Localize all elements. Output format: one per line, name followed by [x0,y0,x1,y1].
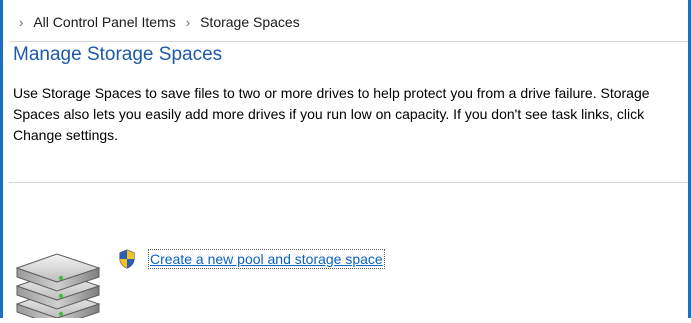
create-pool-link[interactable]: Create a new pool and storage space [148,249,385,269]
storage-drives-icon [13,248,105,323]
page-description: Use Storage Spaces to save files to two … [13,85,650,143]
chevron-right-icon[interactable]: › [186,15,190,30]
control-panel-window: › All Control Panel Items › Storage Spac… [0,0,691,323]
uac-shield-icon [118,249,136,269]
breadcrumb: › All Control Panel Items › Storage Spac… [19,12,300,32]
section-divider [9,182,688,183]
breadcrumb-storage-spaces[interactable]: Storage Spaces [200,14,300,30]
chevron-right-icon[interactable]: › [19,15,23,30]
address-bar[interactable]: › All Control Panel Items › Storage Spac… [9,0,688,42]
breadcrumb-all-control-panel-items[interactable]: All Control Panel Items [33,14,175,30]
page-title: Manage Storage Spaces [13,44,223,65]
task-create-pool: Create a new pool and storage space [118,249,385,269]
